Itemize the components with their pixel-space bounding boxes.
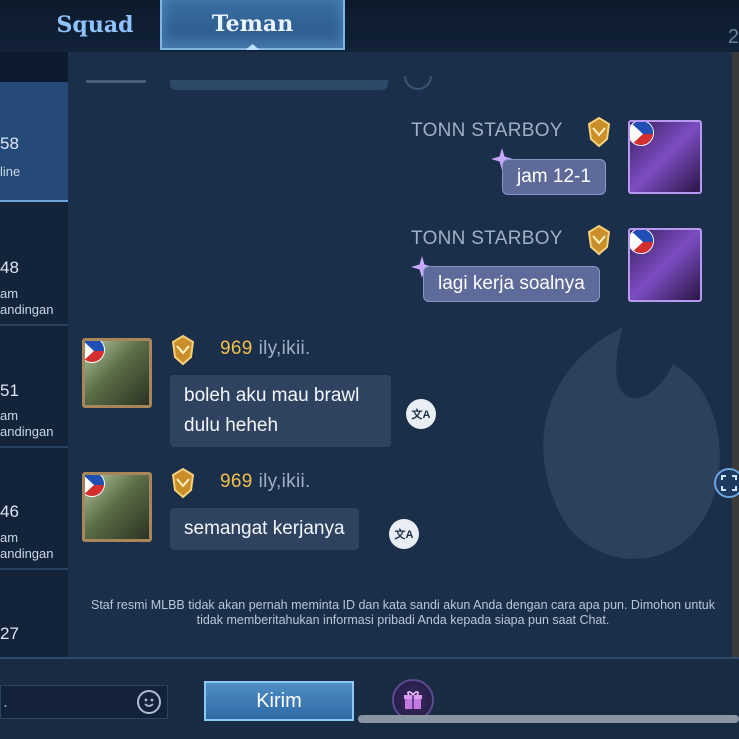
friend-score: 51: [0, 381, 19, 400]
chat-panel: TONN STARBOY jam 12-1 TONN STARBOY lagi …: [68, 52, 732, 657]
sender-name: 969 ily,ikii.: [220, 338, 311, 360]
emoji-icon[interactable]: [137, 690, 161, 714]
avatar[interactable]: [82, 472, 152, 542]
message-bubble[interactable]: boleh aku mau brawl dulu heheh: [170, 375, 391, 447]
friend-list: 58 line 48 am andingan 51 am andingan 46…: [0, 82, 68, 657]
friend-status-detail: andingan: [0, 424, 54, 439]
sender-level: 969: [220, 338, 253, 359]
avatar[interactable]: [628, 120, 702, 194]
friend-status: am: [0, 530, 19, 545]
friend-score: 48: [0, 258, 19, 277]
friend-list-item[interactable]: 58 line: [0, 82, 68, 202]
rank-badge-icon: [171, 467, 195, 499]
friend-score: 58: [0, 134, 19, 153]
translate-icon[interactable]: 文A: [389, 519, 419, 549]
sender-name: TONN STARBOY: [411, 228, 563, 249]
friend-status: am: [0, 408, 19, 423]
rank-badge-icon: [587, 224, 611, 256]
active-tab-indicator: [245, 44, 260, 50]
friend-status-detail: andingan: [0, 546, 54, 561]
friend-status: am: [0, 286, 19, 301]
flag-icon: [85, 341, 105, 363]
message-line: dulu heheh: [184, 415, 279, 436]
tab-squad[interactable]: Squad: [40, 0, 150, 50]
tab-teman-label: Teman: [211, 11, 294, 37]
chat-input-placeholder: .: [3, 691, 9, 711]
friend-status-detail: andingan: [0, 302, 54, 317]
friend-list-item[interactable]: 51 am andingan: [0, 326, 68, 448]
sender-name-text: ily,ikii.: [258, 471, 311, 492]
top-tab-bar: Squad Teman 2: [0, 0, 739, 52]
translate-icon[interactable]: 文A: [406, 399, 436, 429]
top-right-fragment: 2: [727, 26, 739, 48]
flag-icon: [85, 475, 105, 497]
scroll-indicator[interactable]: [358, 715, 739, 723]
message-line: semangat kerjanya: [184, 518, 345, 539]
avatar[interactable]: [628, 228, 702, 302]
avatar[interactable]: [82, 338, 152, 408]
message-line: boleh aku mau brawl: [184, 385, 360, 406]
friend-score: 27: [0, 624, 19, 643]
watermark-logo: [543, 327, 720, 559]
friend-list-item[interactable]: 27: [0, 570, 68, 657]
send-button[interactable]: Kirim: [204, 681, 354, 721]
chat-input[interactable]: .: [0, 685, 168, 719]
friend-status: line: [0, 164, 21, 179]
message-bubble[interactable]: semangat kerjanya: [170, 508, 359, 550]
friend-list-item[interactable]: 46 am andingan: [0, 448, 68, 570]
rank-badge-icon: [587, 116, 611, 148]
previous-bubble-fragment: [170, 80, 388, 90]
flag-icon: [630, 230, 654, 254]
sender-name: TONN STARBOY: [411, 120, 563, 141]
previous-icon-fragment: [404, 76, 432, 90]
right-edge-strip: [732, 52, 739, 657]
tab-teman[interactable]: Teman: [160, 0, 345, 50]
chat-input-bar: . Kirim: [0, 657, 739, 739]
friend-list-item[interactable]: 48 am andingan: [0, 202, 68, 326]
message-bubble[interactable]: lagi kerja soalnya: [423, 266, 600, 302]
sender-name: 969 ily,ikii.: [220, 471, 311, 493]
previous-message-fragment: [86, 80, 146, 83]
sender-name-text: ily,ikii.: [258, 338, 311, 359]
sender-level: 969: [220, 471, 253, 492]
flag-icon: [630, 122, 654, 146]
rank-badge-icon: [171, 334, 195, 366]
expand-icon[interactable]: [714, 468, 739, 498]
security-notice: Staf resmi MLBB tidak akan pernah memint…: [91, 598, 715, 627]
message-bubble[interactable]: jam 12-1: [502, 159, 606, 195]
friend-score: 46: [0, 502, 19, 521]
